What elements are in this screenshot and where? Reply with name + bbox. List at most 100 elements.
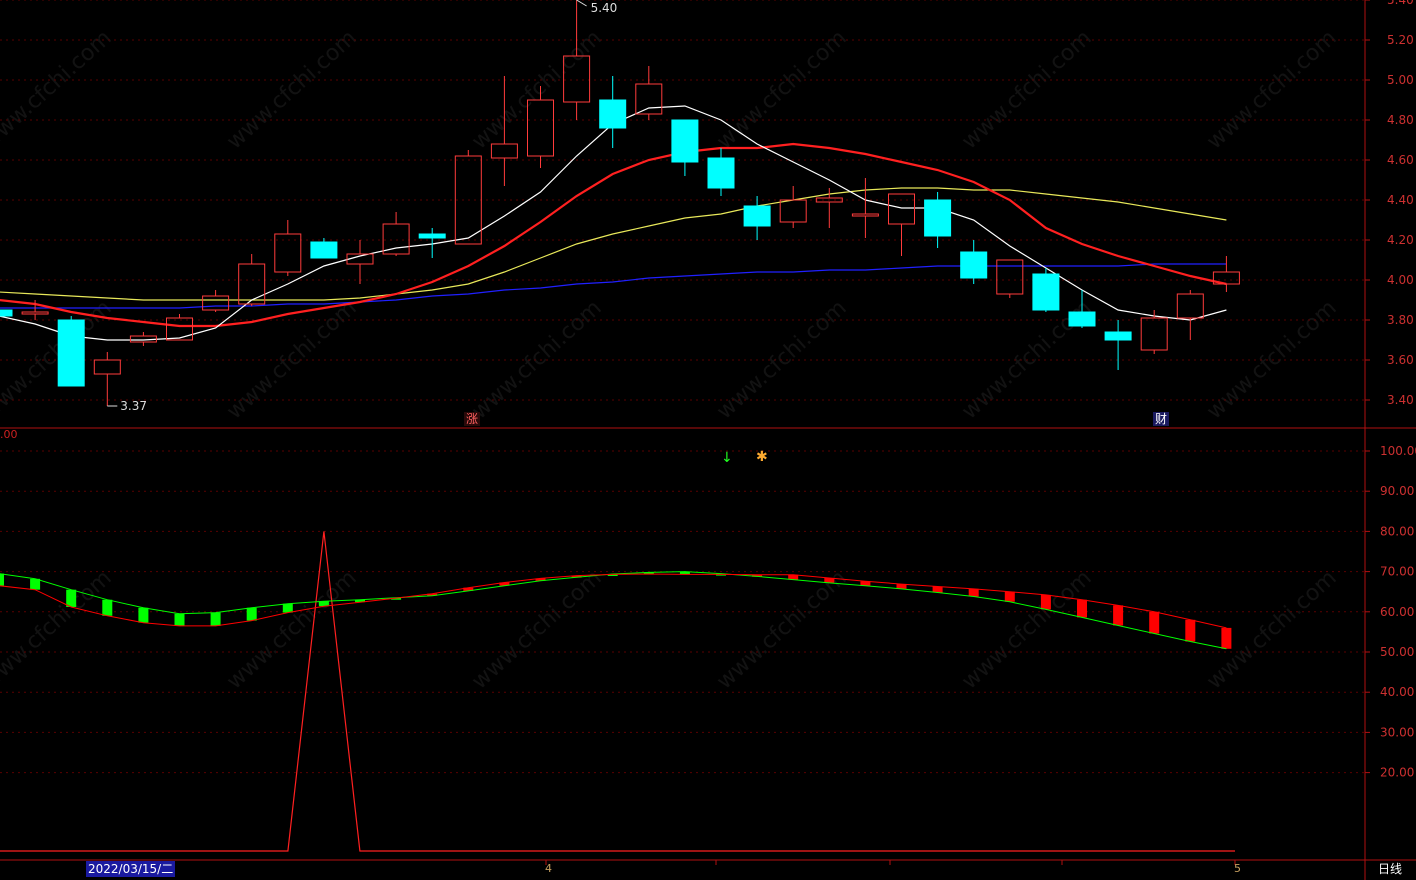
- period-label[interactable]: 日线: [1378, 861, 1402, 877]
- osc-axis-label: 40.00: [1380, 685, 1414, 699]
- cursor-date-label: 2022/03/15/二: [86, 861, 176, 877]
- watermark-text: www.cfchi.com: [1202, 26, 1341, 155]
- candle-down: [671, 119, 699, 176]
- candle-body: [960, 251, 988, 279]
- candle-up: [382, 212, 410, 256]
- osc-axis-label: 70.00: [1380, 565, 1414, 579]
- candle-up: [202, 290, 230, 312]
- osc-axis-label: 50.00: [1380, 645, 1414, 659]
- candle-body: [1140, 317, 1168, 351]
- price-axis-label: 4.60: [1387, 153, 1414, 167]
- candle-body: [202, 295, 230, 311]
- candle-up: [346, 240, 374, 284]
- oscillator-bar: [210, 612, 221, 626]
- oscillator-bar: [932, 586, 943, 593]
- month-tick-april: 4: [545, 862, 552, 875]
- candle-body: [93, 359, 121, 375]
- candle-body: [1176, 293, 1204, 319]
- candle-up: [1176, 290, 1204, 340]
- oscillator-bar: [66, 589, 77, 607]
- oscillator-bar: [1221, 627, 1232, 649]
- oscillator-bar: [1004, 591, 1015, 602]
- sell-arrow-icon[interactable]: ↓: [719, 451, 735, 465]
- candle-body: [779, 199, 807, 223]
- candle-up: [454, 150, 482, 245]
- spike-line: [0, 531, 1235, 852]
- chart-canvas: www.cfchi.com www.cfchi.com www.cfchi.com w…: [0, 0, 1416, 880]
- candle-body: [888, 193, 915, 225]
- high-pointer: [576, 0, 587, 7]
- candle-body: [996, 259, 1024, 295]
- oscillator-bar: [102, 599, 113, 616]
- oscillator-panel: [0, 531, 1235, 852]
- osc-axis-label: 30.00: [1380, 725, 1414, 739]
- osc-axis-label: 80.00: [1380, 524, 1414, 538]
- candle-body: [635, 83, 663, 115]
- chart-frame: [0, 0, 1416, 880]
- candle-body: [671, 119, 699, 163]
- low-price-label: 3.37: [120, 399, 147, 413]
- candle-down: [743, 196, 771, 240]
- watermark-text: www.cfchi.com: [0, 566, 117, 695]
- price-axis-label: 5.20: [1387, 33, 1414, 47]
- osc-axis-label: 90.00: [1380, 484, 1414, 498]
- subpanel-top-value: .00: [0, 428, 18, 441]
- price-axis-label: 4.40: [1387, 193, 1414, 207]
- candle-up: [1212, 256, 1240, 292]
- candle-body: [743, 205, 771, 227]
- candle-down: [1104, 320, 1132, 370]
- oscillator-bar: [1149, 611, 1160, 634]
- price-axis-label: 4.20: [1387, 233, 1414, 247]
- osc-axis-label: 20.00: [1380, 766, 1414, 780]
- candle-body: [490, 143, 518, 159]
- watermark-text: www.cfchi.com: [712, 26, 851, 155]
- candle-up: [238, 254, 266, 306]
- candle-up: [815, 188, 843, 228]
- candle-down: [310, 238, 338, 259]
- oscillator-bar: [246, 607, 257, 621]
- candle-body: [310, 241, 338, 259]
- candle-body: [851, 213, 879, 217]
- candle-down: [0, 309, 13, 317]
- candle-body: [599, 99, 627, 129]
- candle-body: [1068, 311, 1096, 327]
- candle-down: [960, 240, 988, 284]
- osc-axis-label: 100.00: [1380, 444, 1416, 458]
- candle-body: [1104, 331, 1132, 341]
- watermark-text: www.cfchi.com: [467, 296, 606, 425]
- candle-up: [851, 178, 879, 238]
- candle-body: [238, 263, 266, 305]
- oscillator-bar: [1040, 594, 1051, 610]
- watermark-text: www.cfchi.com: [712, 566, 851, 695]
- candle-down: [57, 316, 85, 387]
- oscillator-bar: [174, 613, 185, 626]
- watermark-text: www.cfchi.com: [957, 26, 1096, 155]
- price-axis-label: 5.00: [1387, 73, 1414, 87]
- candle-body: [57, 319, 85, 387]
- watermark-text: www.cfchi.com: [222, 296, 361, 425]
- candle-up: [93, 352, 121, 406]
- oscillator-bar: [138, 607, 149, 623]
- candle-body: [707, 157, 735, 189]
- marker-cai[interactable]: 财: [1153, 412, 1170, 426]
- candle-up: [274, 220, 302, 276]
- oscillator-bar: [1113, 605, 1124, 626]
- high-price-label: 5.40: [591, 1, 618, 15]
- watermark-text: www.cfchi.com: [467, 26, 606, 155]
- osc-axis-label: 60.00: [1380, 605, 1414, 619]
- price-axis-label: 5.40: [1387, 0, 1414, 7]
- price-axis-label: 3.80: [1387, 313, 1414, 327]
- price-axis-label: 3.40: [1387, 393, 1414, 407]
- marker-zhang[interactable]: 涨: [464, 412, 481, 426]
- month-tick-may: 5: [1234, 862, 1241, 875]
- candle-body: [418, 233, 446, 239]
- oscillator-bar: [968, 588, 979, 597]
- candle-body: [166, 317, 193, 341]
- candle-down: [599, 76, 627, 148]
- watermark-text: www.cfchi.com: [0, 26, 117, 155]
- oscillator-bar: [1077, 599, 1087, 618]
- oscillator-bar: [282, 603, 293, 613]
- y-axis: 3.40 3.60 3.80 4.00 4.20 4.40 4.60 4.80 5.00 5.20…: [1365, 0, 1416, 780]
- grid-lines: [0, 0, 1365, 774]
- runner-icon[interactable]: ✱: [754, 450, 770, 464]
